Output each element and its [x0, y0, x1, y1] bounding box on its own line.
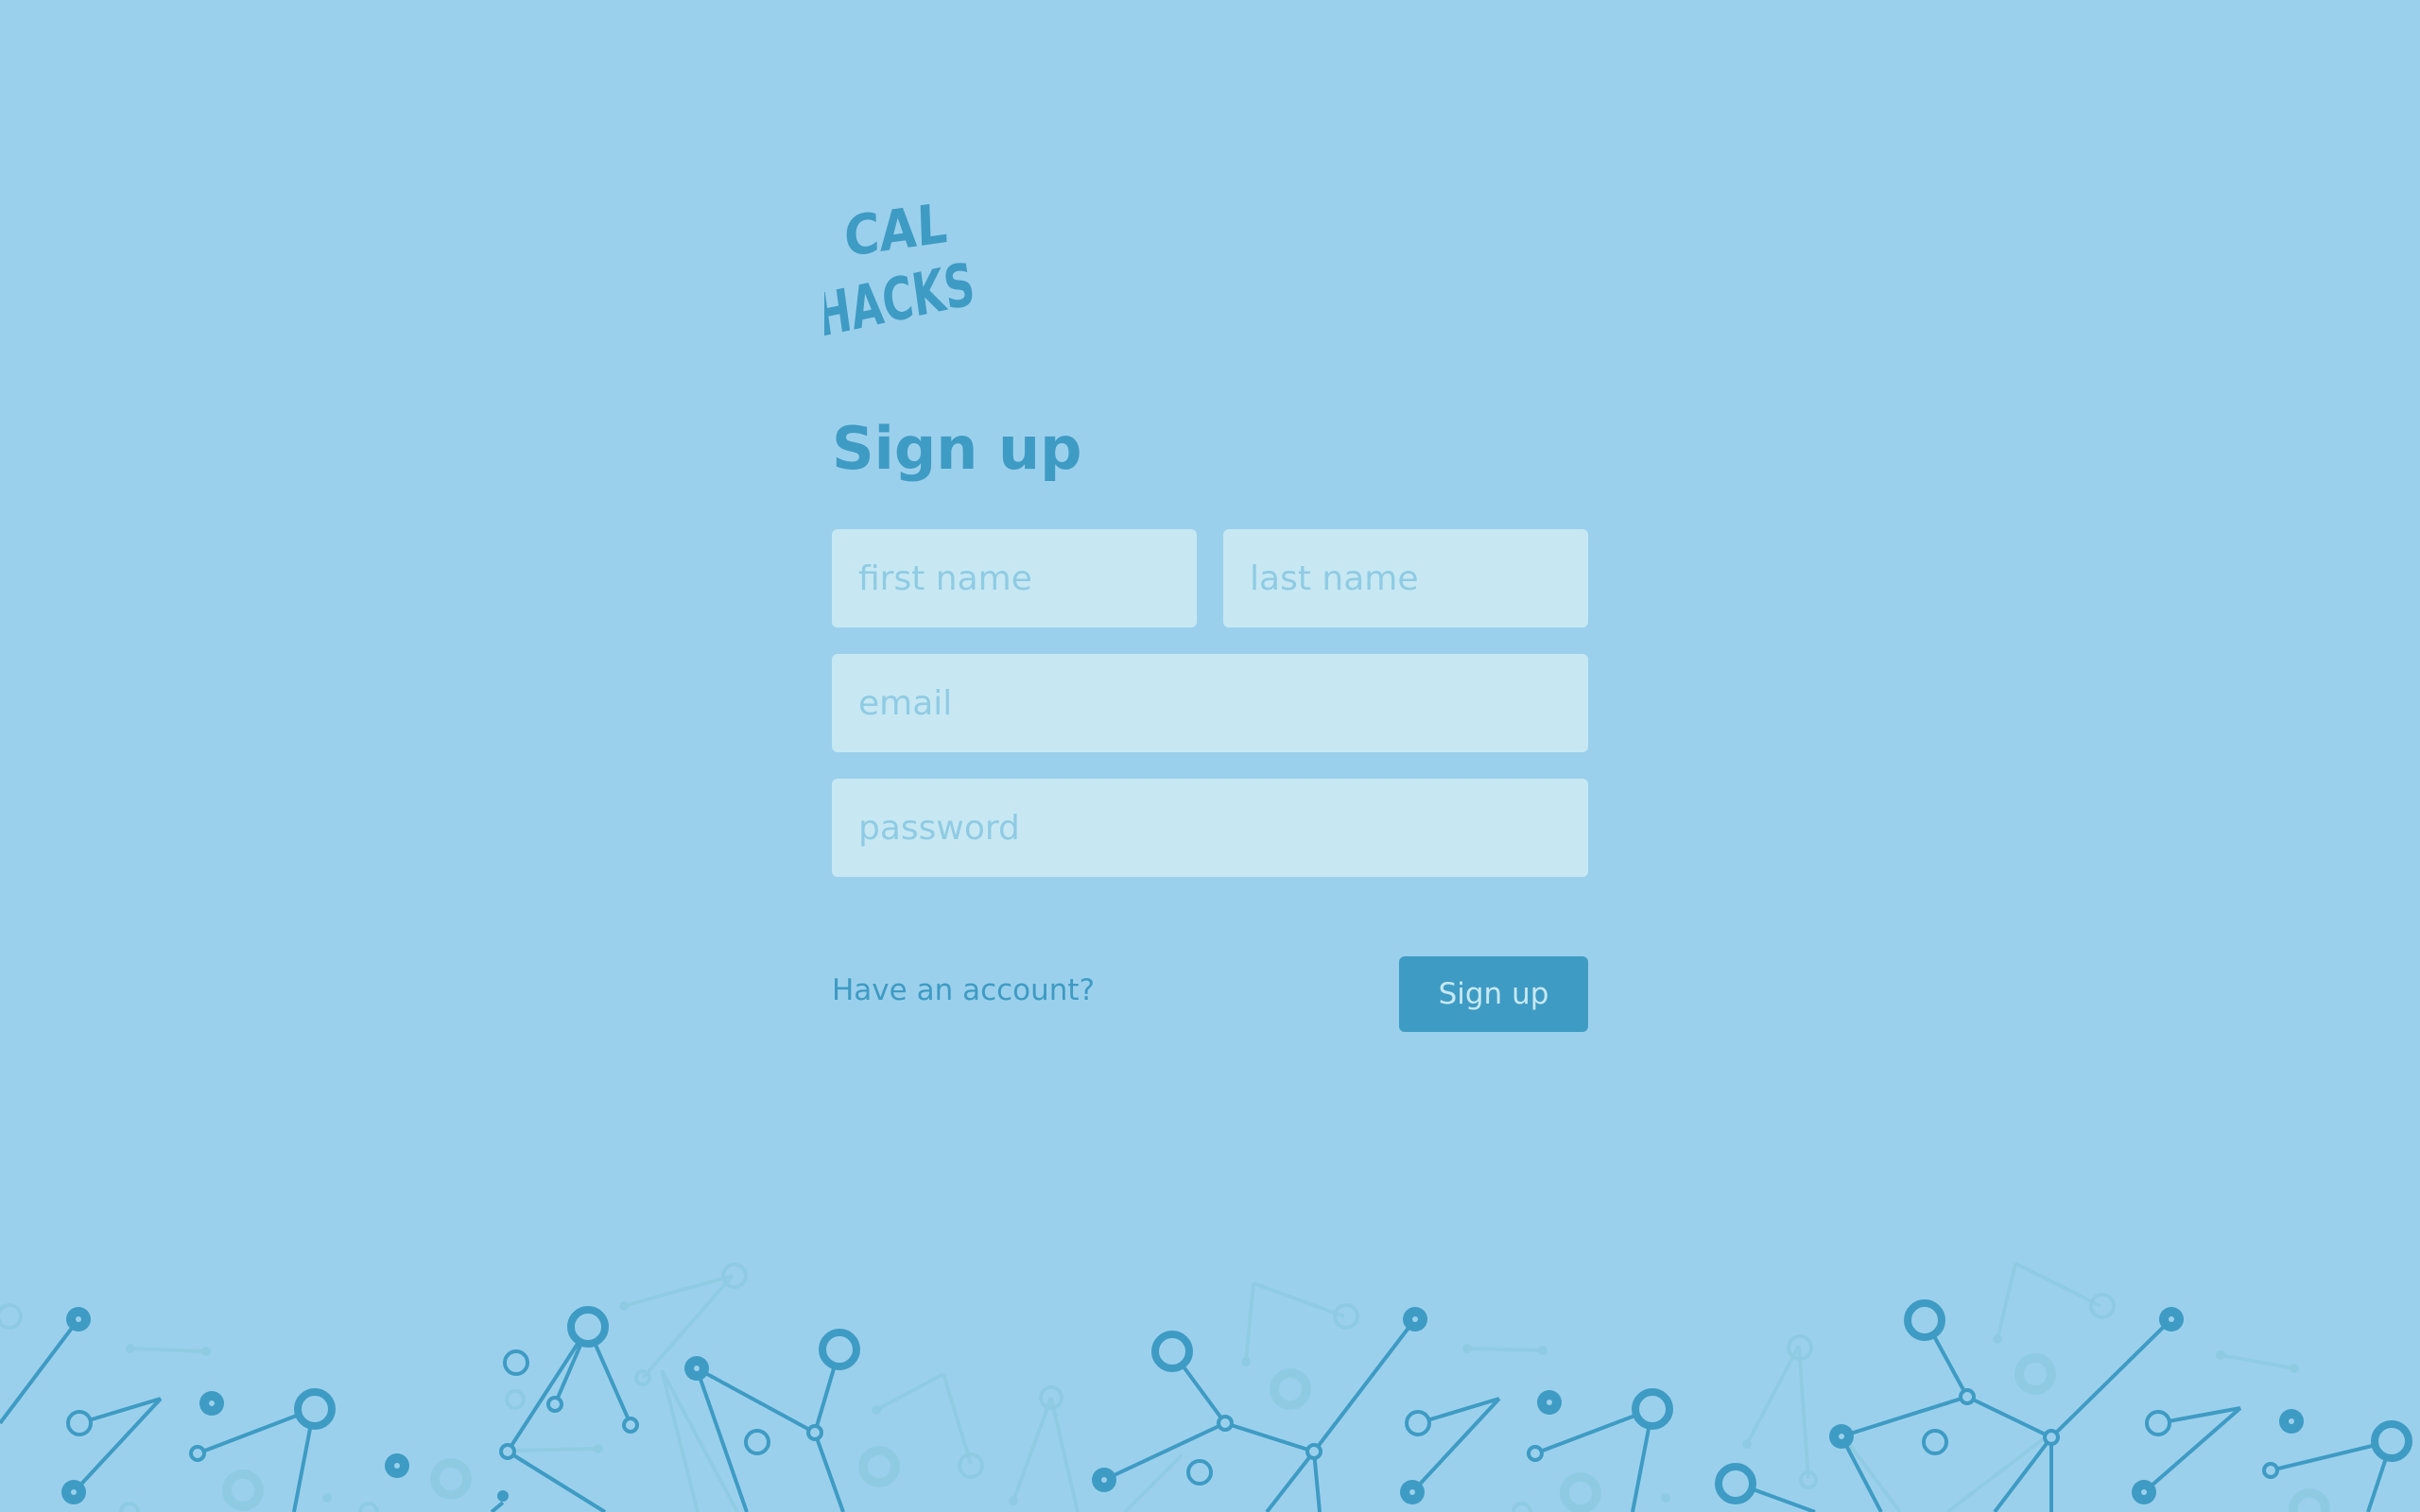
signup-page: CAL HACKS Sign up Have an account? Sign … — [0, 0, 2420, 1512]
page-title: Sign up — [832, 414, 1082, 483]
first-name-field[interactable] — [832, 529, 1197, 627]
network-graph-pattern — [0, 1262, 2412, 1512]
cal-hacks-logo: CAL HACKS — [824, 191, 978, 352]
email-field[interactable] — [832, 654, 1588, 752]
password-field[interactable] — [832, 779, 1588, 877]
sign-up-button[interactable]: Sign up — [1399, 956, 1588, 1032]
have-account-link[interactable]: Have an account? — [832, 973, 1095, 1007]
last-name-field[interactable] — [1223, 529, 1588, 627]
